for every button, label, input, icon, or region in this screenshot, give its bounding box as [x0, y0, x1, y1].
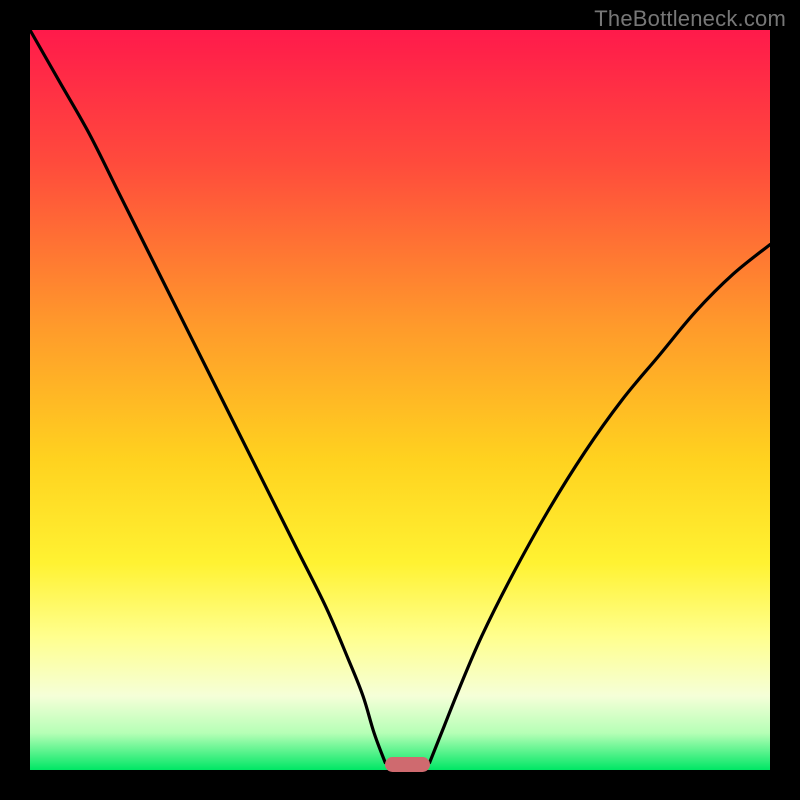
bottleneck-marker: [385, 757, 429, 772]
watermark-text: TheBottleneck.com: [594, 6, 786, 32]
chart-frame: TheBottleneck.com: [0, 0, 800, 800]
right-curve: [430, 245, 770, 763]
left-curve: [30, 30, 385, 763]
curve-layer: [30, 30, 770, 770]
